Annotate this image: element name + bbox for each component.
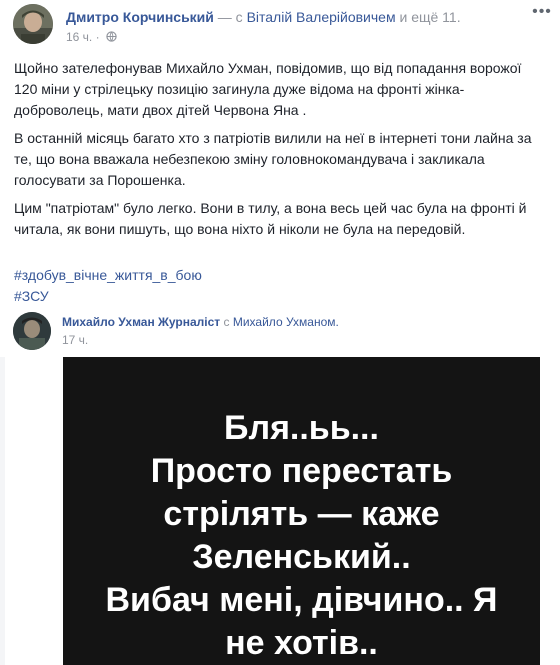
- post-meta: 16 ч. ·: [66, 30, 117, 44]
- more-options-button[interactable]: •••: [531, 3, 553, 20]
- post-body: Щойно зателефонував Михайло Ухман, повід…: [14, 58, 544, 247]
- image-caption-line: Бля..ьь...: [224, 409, 379, 447]
- image-caption-line: Просто перестать: [150, 452, 453, 490]
- image-caption-line: не хотів..: [225, 624, 378, 662]
- feed-post: Дмитро Корчинський — с Віталій Валерійов…: [0, 0, 560, 665]
- author-name[interactable]: Дмитро Корчинський: [66, 9, 214, 25]
- post-paragraph: Цим "патріотам" було легко. Вони в тилу,…: [14, 200, 527, 237]
- author-photo: [13, 4, 53, 44]
- post-paragraph: Щойно зателефонував Михайло Ухман, повід…: [14, 60, 522, 118]
- shared-author-name[interactable]: Михайло Ухман Журналіст: [62, 315, 220, 329]
- left-divider: [0, 357, 5, 665]
- shared-author-avatar[interactable]: [13, 312, 51, 350]
- post-image[interactable]: Бля..ьь... Просто перестать стрілять — к…: [63, 357, 540, 665]
- post-time[interactable]: 16 ч.: [66, 30, 92, 44]
- shared-tagged-person[interactable]: Михайло Ухманом.: [233, 315, 339, 329]
- shared-author-photo: [13, 312, 51, 350]
- hashtag-link[interactable]: #ЗСУ: [14, 286, 202, 307]
- image-caption-line: стрілять — каже: [163, 495, 440, 533]
- image-caption-line: Зеленський..: [192, 538, 411, 576]
- image-caption-line: Вибач мені, дівчино.. Я: [105, 581, 498, 619]
- hashtag-list: #здобув_вічне_життя_в_бою #ЗСУ: [14, 265, 202, 307]
- author-line: Дмитро Корчинський — с Віталій Валерійов…: [66, 9, 461, 25]
- author-avatar[interactable]: [13, 4, 53, 44]
- post-header: Дмитро Корчинський — с Віталій Валерійов…: [13, 4, 553, 48]
- image-caption: Бля..ьь... Просто перестать стрілять — к…: [63, 407, 540, 665]
- others-count[interactable]: и ещё 11.: [399, 9, 460, 25]
- tagged-person[interactable]: Віталій Валерійовичем: [247, 9, 396, 25]
- shared-with-text: с: [223, 315, 230, 329]
- more-horizontal-icon: •••: [532, 3, 552, 20]
- post-paragraph: В останній місяць багато хто з патріотів…: [14, 130, 532, 188]
- shared-post-time[interactable]: 17 ч.: [62, 333, 88, 347]
- globe-icon: [106, 31, 117, 42]
- with-text: — с: [217, 9, 243, 25]
- hashtag-link[interactable]: #здобув_вічне_життя_в_бою: [14, 265, 202, 286]
- shared-author-line: Михайло Ухман Журналіст с Михайло Ухмано…: [62, 315, 339, 329]
- shared-post-header: Михайло Ухман Журналіст с Михайло Ухмано…: [13, 312, 553, 352]
